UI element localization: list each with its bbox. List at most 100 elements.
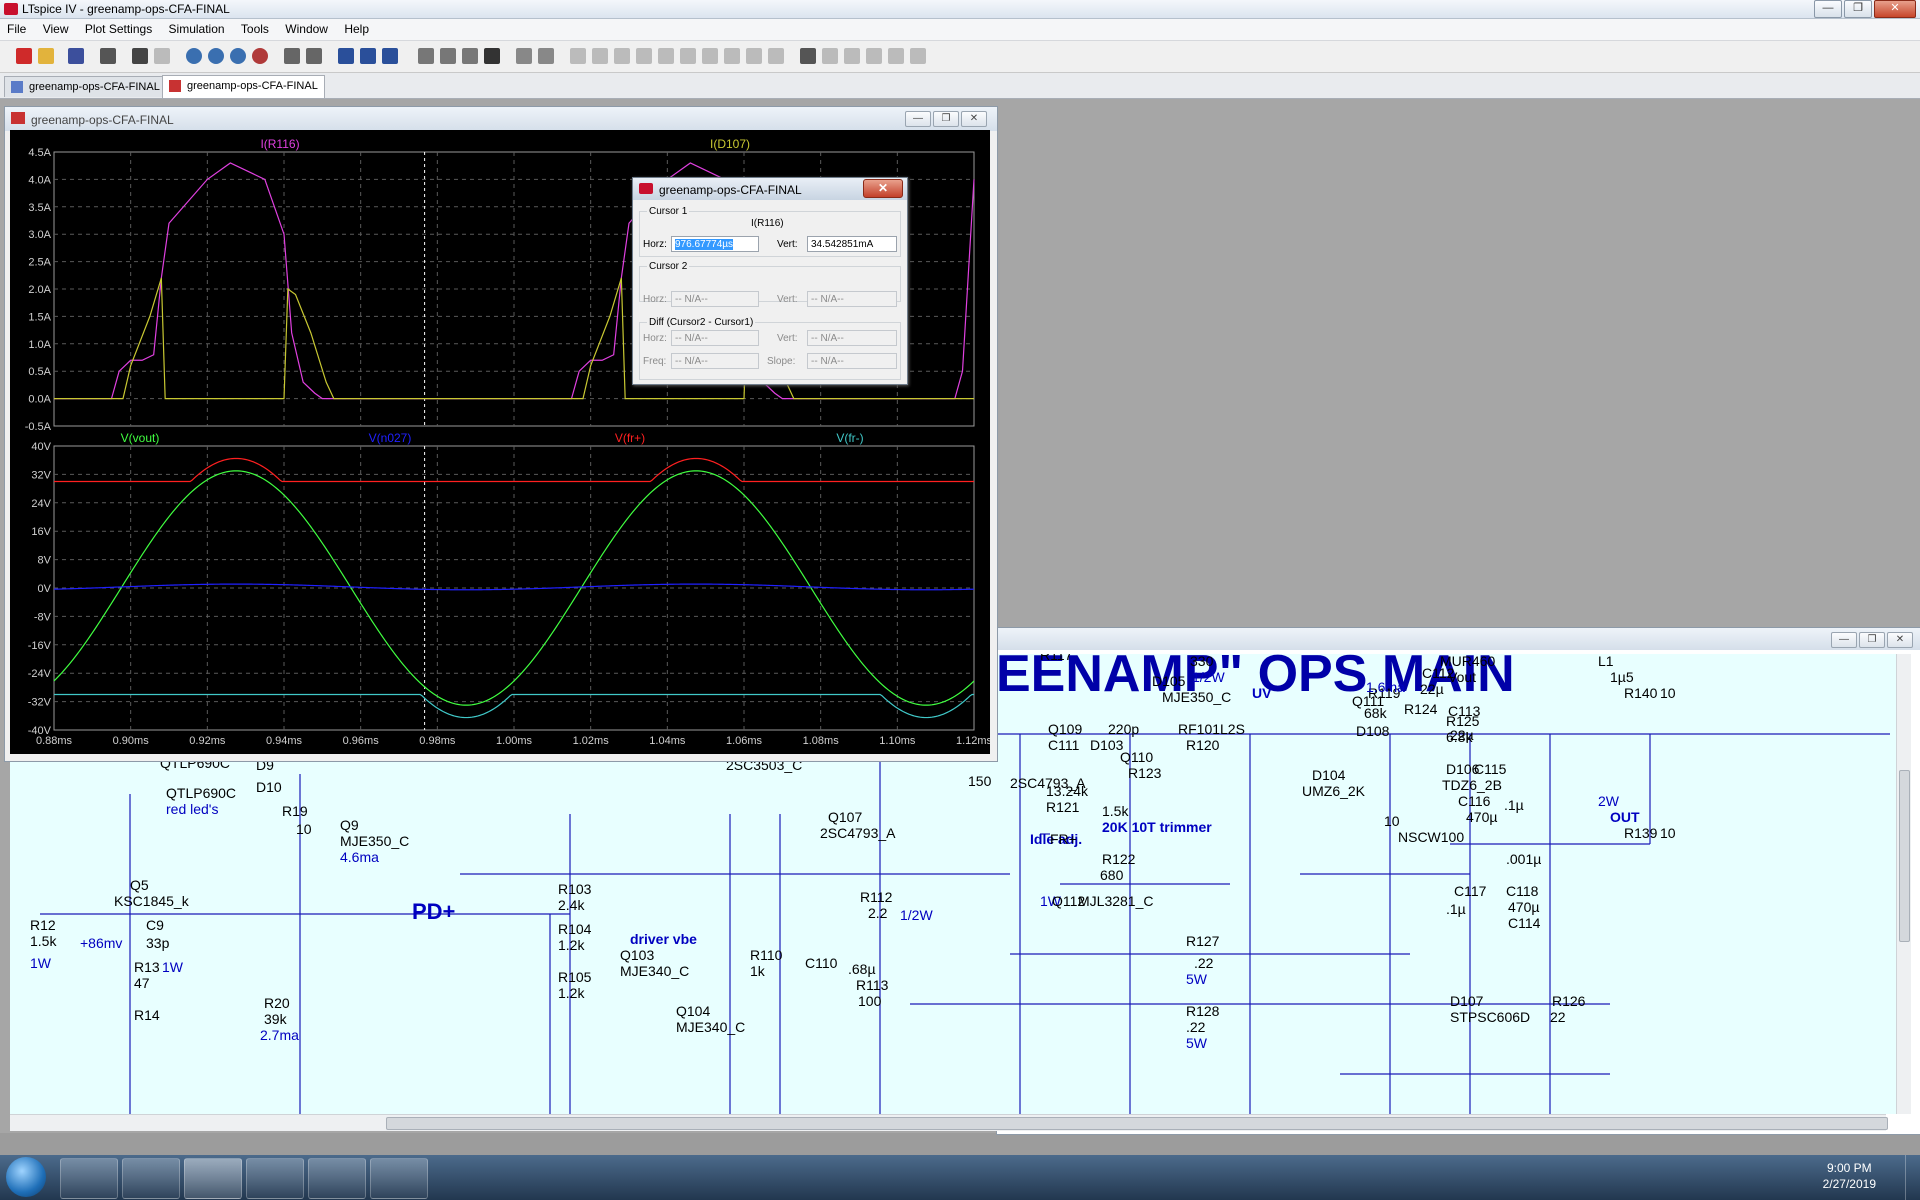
- diff-slope-field[interactable]: -- N/A--: [807, 353, 897, 369]
- zoom-area-icon[interactable]: [208, 48, 224, 64]
- diff-vert-label: Vert:: [777, 333, 798, 344]
- menu-file[interactable]: File: [0, 19, 32, 36]
- waveform-icon: [169, 80, 181, 92]
- menu-simulation[interactable]: Simulation: [162, 19, 231, 36]
- schematic-label: R13: [134, 959, 160, 975]
- close-button[interactable]: ✕: [1874, 0, 1916, 18]
- show-desktop-button[interactable]: [1905, 1155, 1920, 1200]
- tile-vertical-icon[interactable]: [360, 48, 376, 64]
- mirror-icon[interactable]: [866, 48, 882, 64]
- zoom-out-icon[interactable]: [230, 48, 246, 64]
- diff-vert-field[interactable]: -- N/A--: [807, 330, 897, 346]
- maximize-button[interactable]: ❐: [1844, 0, 1872, 18]
- paste-icon[interactable]: [462, 48, 478, 64]
- diff-horz-field[interactable]: -- N/A--: [671, 330, 759, 346]
- autorange-icon[interactable]: [284, 48, 300, 64]
- cursor2-horz-field[interactable]: -- N/A--: [671, 291, 759, 307]
- taskbar-paint-button[interactable]: [60, 1158, 118, 1199]
- diff-freq-field[interactable]: -- N/A--: [671, 353, 759, 369]
- minimize-button[interactable]: —: [1814, 0, 1842, 18]
- scroll-thumb[interactable]: [1899, 770, 1910, 942]
- horizontal-scrollbar[interactable]: [10, 1114, 1888, 1131]
- control-panel-icon[interactable]: [100, 48, 116, 64]
- toolbar: [0, 41, 1920, 73]
- spice-directive-icon[interactable]: [910, 48, 926, 64]
- print-icon[interactable]: [538, 48, 554, 64]
- legend-entry: I(D107): [710, 137, 750, 151]
- menu-view[interactable]: View: [36, 19, 75, 36]
- cursor1-horz-value: 976.67774µs: [675, 239, 734, 250]
- tab-waveform[interactable]: greenamp-ops-CFA-FINAL: [162, 75, 325, 98]
- cursor1-horz-field[interactable]: 976.67774µs: [671, 236, 759, 252]
- print-preview-icon[interactable]: [516, 48, 532, 64]
- taskbar-explorer-button[interactable]: [246, 1158, 304, 1199]
- y-tick-label: -8V: [34, 611, 52, 623]
- inductor-icon[interactable]: [680, 48, 696, 64]
- schematic-label: R112: [860, 889, 893, 905]
- cursor-dialog-close-button[interactable]: ✕: [863, 179, 903, 198]
- schematic-label: C118: [1506, 883, 1539, 899]
- label-net-icon[interactable]: [614, 48, 630, 64]
- schematic-window-titlebar: — ❐ ✕: [997, 628, 1920, 650]
- cursor1-vert-field[interactable]: 34.542851mA: [807, 236, 897, 252]
- y-tick-label: 2.0A: [28, 284, 51, 296]
- vertical-scrollbar[interactable]: [1896, 654, 1911, 1114]
- taskbar-ltspice-button[interactable]: [184, 1158, 242, 1199]
- schematic-restore-button[interactable]: ❐: [1859, 632, 1885, 648]
- copy-icon[interactable]: [440, 48, 456, 64]
- diff-horz-label: Horz:: [643, 333, 667, 344]
- cursor2-vert-field[interactable]: -- N/A--: [807, 291, 897, 307]
- schematic-label: 68k: [1364, 705, 1387, 721]
- schematic-label: 2.4k: [558, 897, 585, 913]
- taskbar-clock[interactable]: 9:00 PM 2/27/2019: [1823, 1160, 1876, 1192]
- zoom-fit-icon[interactable]: [252, 48, 268, 64]
- cursor-dialog-titlebar: greenamp-ops-CFA-FINAL ✕: [633, 178, 907, 200]
- waveform-restore-button[interactable]: ❐: [933, 111, 959, 127]
- move-icon[interactable]: [746, 48, 762, 64]
- drag-icon[interactable]: [768, 48, 784, 64]
- schematic-label: R126: [1552, 993, 1586, 1009]
- waveform-minimize-button[interactable]: —: [905, 111, 931, 127]
- schematic-minimize-button[interactable]: —: [1831, 632, 1857, 648]
- taskbar-task-manager-button[interactable]: [308, 1158, 366, 1199]
- component-icon[interactable]: [724, 48, 740, 64]
- scroll-thumb[interactable]: [386, 1117, 1888, 1130]
- resistor-icon[interactable]: [636, 48, 652, 64]
- cut-icon[interactable]: [418, 48, 434, 64]
- autorange-y-icon[interactable]: [306, 48, 322, 64]
- menu-window[interactable]: Window: [278, 19, 334, 36]
- menu-help[interactable]: Help: [337, 19, 375, 36]
- schematic-close-button[interactable]: ✕: [1887, 632, 1913, 648]
- run-icon[interactable]: [132, 48, 148, 64]
- redo-icon[interactable]: [822, 48, 838, 64]
- tile-horizontal-icon[interactable]: [338, 48, 354, 64]
- schematic-label: MJE340_C: [620, 963, 690, 979]
- ground-icon[interactable]: [592, 48, 608, 64]
- schematic-label: 470µ: [1466, 809, 1498, 825]
- taskbar-notepad-button[interactable]: [370, 1158, 428, 1199]
- schematic-label: R128: [1186, 1003, 1220, 1019]
- zoom-in-icon[interactable]: [186, 48, 202, 64]
- capacitor-icon[interactable]: [658, 48, 674, 64]
- save-icon[interactable]: [68, 48, 84, 64]
- text-icon[interactable]: [888, 48, 904, 64]
- taskbar-firefox-button[interactable]: [122, 1158, 180, 1199]
- waveform-close-button[interactable]: ✕: [961, 111, 987, 127]
- cascade-icon[interactable]: [382, 48, 398, 64]
- open-icon[interactable]: [38, 48, 54, 64]
- draw-wire-icon[interactable]: [570, 48, 586, 64]
- y-tick-label: 3.0A: [28, 229, 51, 241]
- rotate-icon[interactable]: [844, 48, 860, 64]
- menu-tools[interactable]: Tools: [234, 19, 275, 36]
- schematic-label: PD+: [412, 899, 456, 924]
- schematic-label: 470µ: [1508, 899, 1540, 915]
- diode-icon[interactable]: [702, 48, 718, 64]
- new-schematic-icon[interactable]: [16, 48, 32, 64]
- undo-icon[interactable]: [800, 48, 816, 64]
- schematic-label: C9: [146, 917, 164, 933]
- menu-plot-settings[interactable]: Plot Settings: [78, 19, 158, 36]
- tab-schematic[interactable]: greenamp-ops-CFA-FINAL: [4, 76, 167, 97]
- halt-icon[interactable]: [154, 48, 170, 64]
- find-icon[interactable]: [484, 48, 500, 64]
- start-button[interactable]: [6, 1157, 46, 1197]
